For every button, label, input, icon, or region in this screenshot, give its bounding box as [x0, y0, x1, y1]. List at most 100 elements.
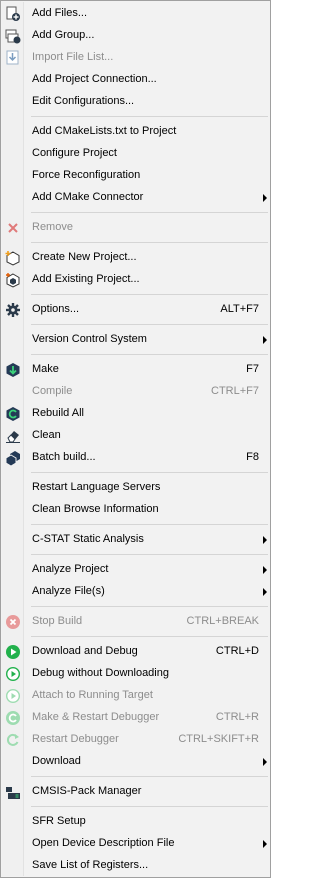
menu-item-label: Clean Browse Information: [32, 503, 159, 515]
add-existing-project-icon: [5, 272, 21, 288]
menu-item-label: C-STAT Static Analysis: [32, 533, 144, 545]
menu-item-make[interactable]: Make F7: [2, 359, 271, 381]
menu-item-label: Add Group...: [32, 29, 95, 41]
menu-item-open-device-description-file[interactable]: Open Device Description File: [2, 833, 271, 855]
submenu-arrow-icon: [263, 336, 267, 344]
menu-separator: [31, 294, 268, 295]
menu-item-add-existing-project[interactable]: Add Existing Project...: [2, 269, 271, 291]
menu-item-label: Add Project Connection...: [32, 73, 157, 85]
menu-item-clean[interactable]: Clean: [2, 425, 271, 447]
menu-item-shortcut: CTRL+D: [215, 645, 259, 657]
add-files-icon: [5, 6, 21, 22]
menu-item-label: Stop Build: [32, 615, 83, 627]
menu-item-analyze-file-s[interactable]: Analyze File(s): [2, 581, 271, 603]
attach-target-icon: [5, 688, 21, 704]
menu-separator: [31, 212, 268, 213]
menu-item-shortcut: CTRL+SKIFT+R: [178, 733, 259, 745]
menu-item-download[interactable]: Download: [2, 751, 271, 773]
menu-item-rebuild-all[interactable]: Rebuild All: [2, 403, 271, 425]
menu-item-label: Analyze Project: [32, 563, 109, 575]
menu-item-label: Make & Restart Debugger: [32, 711, 160, 723]
menu-separator: [31, 806, 268, 807]
menu-item-label: Download and Debug: [32, 645, 138, 657]
menu-item-shortcut: F7: [246, 363, 259, 375]
import-file-list-icon: [5, 50, 21, 66]
submenu-arrow-icon: [263, 588, 267, 596]
menu-item-download-and-debug[interactable]: Download and Debug CTRL+D: [2, 641, 271, 663]
menu-item-label: Analyze File(s): [32, 585, 105, 597]
menu-item-clean-browse-information[interactable]: Clean Browse Information: [2, 499, 271, 521]
menu-item-label: Attach to Running Target: [32, 689, 153, 701]
menu-item-options[interactable]: Options... ALT+F7: [2, 299, 271, 321]
menu-item-debug-without-downloading[interactable]: Debug without Downloading: [2, 663, 271, 685]
menu-item-version-control-system[interactable]: Version Control System: [2, 329, 271, 351]
menu-separator: [31, 636, 268, 637]
menu-item-label: Batch build...: [32, 451, 96, 463]
menu-item-label: Debug without Downloading: [32, 667, 169, 679]
menu-item-add-group[interactable]: Add Group...: [2, 25, 271, 47]
menu-separator: [31, 242, 268, 243]
menu-item-configure-project[interactable]: Configure Project: [2, 143, 271, 165]
menu-item-force-reconfiguration[interactable]: Force Reconfiguration: [2, 165, 271, 187]
download-debug-icon: [5, 644, 21, 660]
menu-item-restart-language-servers[interactable]: Restart Language Servers: [2, 477, 271, 499]
menu-item-import-file-list: Import File List...: [2, 47, 271, 69]
menu-item-sfr-setup[interactable]: SFR Setup: [2, 811, 271, 833]
menu-item-add-files[interactable]: Add Files...: [2, 3, 271, 25]
menu-item-add-cmake-connector[interactable]: Add CMake Connector: [2, 187, 271, 209]
menu-item-shortcut: CTRL+BREAK: [186, 615, 259, 627]
make-icon: [5, 362, 21, 378]
menu-item-make-restart-debugger: Make & Restart Debugger CTRL+R: [2, 707, 271, 729]
menu-item-label: Add CMake Connector: [32, 191, 144, 203]
menu-item-shortcut: ALT+F7: [220, 303, 259, 315]
menu-item-label: SFR Setup: [32, 815, 86, 827]
menu-item-attach-to-running-target: Attach to Running Target: [2, 685, 271, 707]
menu-separator: [31, 554, 268, 555]
menu-separator: [31, 524, 268, 525]
menu-item-c-stat-static-analysis[interactable]: C-STAT Static Analysis: [2, 529, 271, 551]
submenu-arrow-icon: [263, 566, 267, 574]
menu-item-label: Save List of Registers...: [32, 859, 149, 871]
rebuild-all-icon: [5, 406, 21, 422]
menu-item-create-new-project[interactable]: Create New Project...: [2, 247, 271, 269]
menu-item-label: Options...: [32, 303, 80, 315]
menu-item-label: Download: [32, 755, 81, 767]
menu-separator: [31, 776, 268, 777]
menu-item-label: Restart Debugger: [32, 733, 119, 745]
remove-x-icon: [5, 220, 21, 236]
submenu-arrow-icon: [263, 194, 267, 202]
menu-separator: [31, 472, 268, 473]
menu-separator: [31, 606, 268, 607]
menu-item-shortcut: CTRL+R: [215, 711, 259, 723]
menu-item-label: Import File List...: [32, 51, 114, 63]
menu-item-cmsis-pack-manager[interactable]: CMSIS-Pack Manager: [2, 781, 271, 803]
gear-icon: [5, 302, 21, 318]
menu-item-add-project-connection[interactable]: Add Project Connection...: [2, 69, 271, 91]
menu-item-remove: Remove: [2, 217, 271, 239]
menu-separator: [31, 354, 268, 355]
menu-item-shortcut: F8: [246, 451, 259, 463]
menu-item-label: Open Device Description File: [32, 837, 175, 849]
menu-item-label: Compile: [32, 385, 73, 397]
project-context-menu: Add Files... Add Group... Import File List…: [0, 0, 271, 878]
restart-debugger-icon: [5, 732, 21, 748]
debug-no-download-icon: [5, 666, 21, 682]
menu-item-label: Add Files...: [32, 7, 88, 19]
clean-eraser-icon: [5, 428, 21, 444]
menu-item-add-cmakelists-txt-to-project[interactable]: Add CMakeLists.txt to Project: [2, 121, 271, 143]
submenu-arrow-icon: [263, 840, 267, 848]
menu-item-edit-configurations[interactable]: Edit Configurations...: [2, 91, 271, 113]
batch-build-icon: [5, 450, 21, 466]
menu-item-label: Restart Language Servers: [32, 481, 161, 493]
submenu-arrow-icon: [263, 536, 267, 544]
menu-item-batch-build[interactable]: Batch build... F8: [2, 447, 271, 469]
menu-item-save-list-of-registers[interactable]: Save List of Registers...: [2, 855, 271, 877]
menu-item-label: CMSIS-Pack Manager: [32, 785, 142, 797]
menu-item-analyze-project[interactable]: Analyze Project: [2, 559, 271, 581]
menu-item-label: Add CMakeLists.txt to Project: [32, 125, 177, 137]
menu-item-label: Remove: [32, 221, 73, 233]
stop-build-icon: [5, 614, 21, 630]
menu-item-label: Clean: [32, 429, 61, 441]
menu-separator: [31, 116, 268, 117]
menu-item-compile: Compile CTRL+F7: [2, 381, 271, 403]
